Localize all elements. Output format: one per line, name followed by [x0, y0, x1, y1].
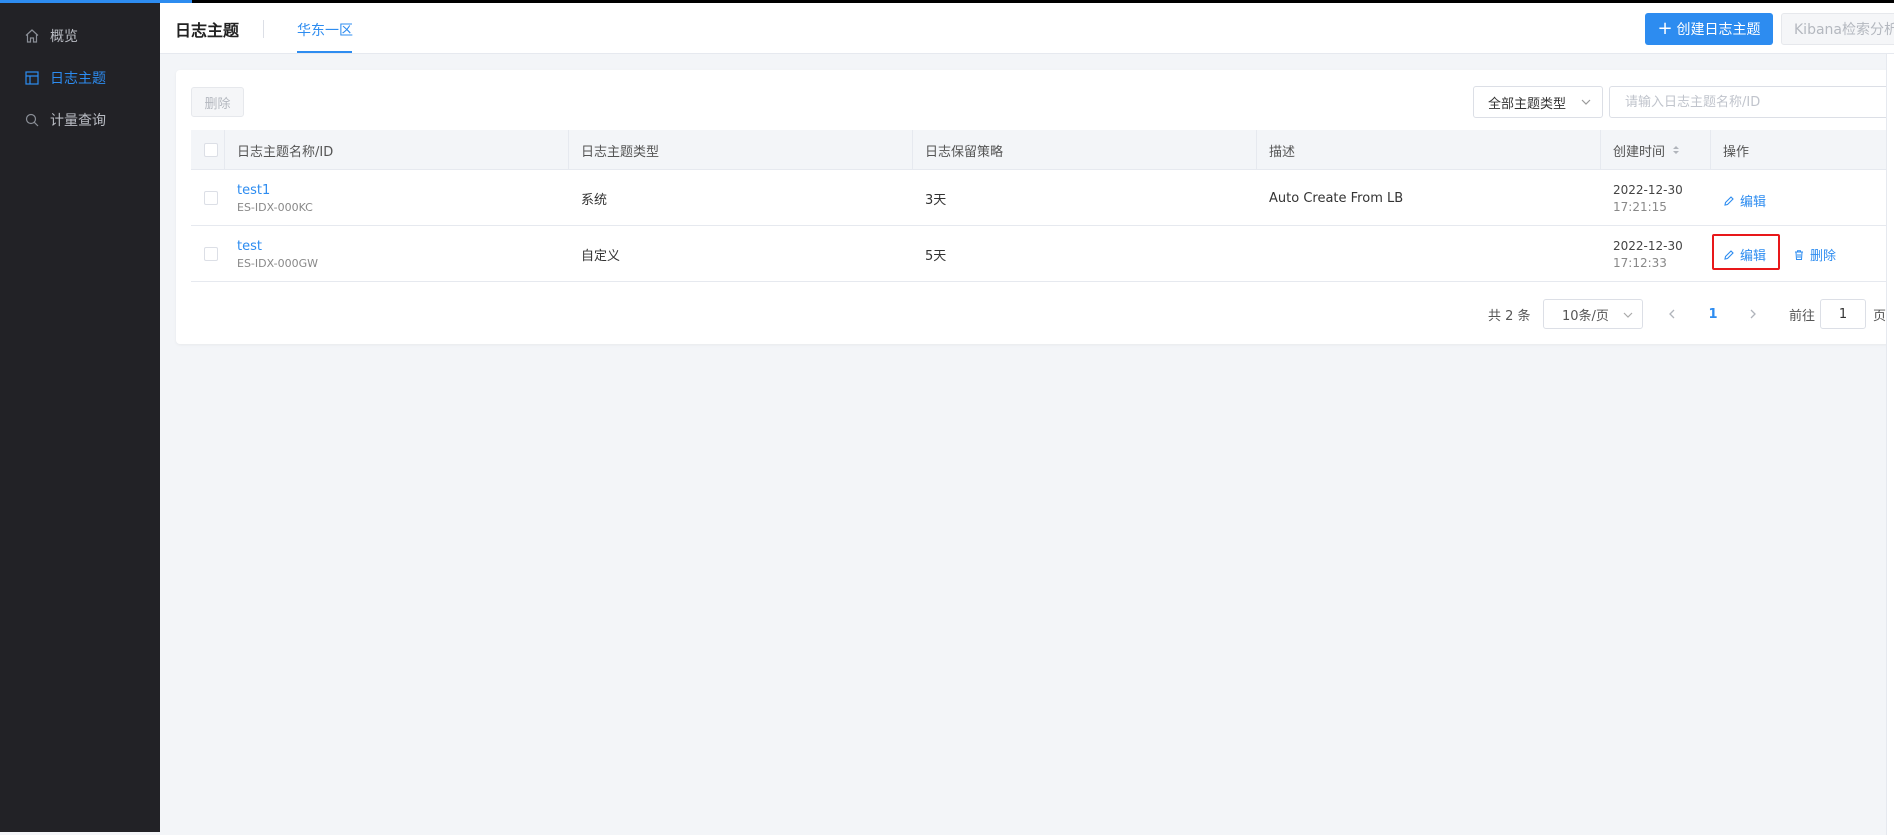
cell-type: 自定义 — [581, 248, 621, 264]
chevron-left-icon — [1669, 309, 1675, 319]
topic-id: ES-IDX-000GW — [237, 256, 318, 270]
topic-name-link[interactable]: test — [237, 239, 569, 254]
page-title: 日志主题 — [175, 21, 240, 40]
column-header-description: 描述 — [1257, 130, 1601, 170]
cell-type: 系统 — [581, 192, 608, 208]
sort-icon[interactable] — [1671, 144, 1681, 156]
column-header-name: 日志主题名称/ID — [225, 130, 569, 170]
delete-button[interactable]: 删除 — [1793, 245, 1836, 264]
cell-name: test1 ES-IDX-000KC — [225, 170, 569, 226]
created-time: 17:21:15 — [1613, 199, 1667, 214]
cell-retention: 3天 — [925, 192, 947, 208]
created-date: 2022-12-30 — [1613, 238, 1683, 253]
page-number-current[interactable]: 1 — [1703, 299, 1723, 329]
prev-page-button[interactable] — [1662, 299, 1682, 329]
vertical-scrollbar[interactable] — [1886, 54, 1894, 835]
home-icon — [25, 29, 39, 43]
column-header-created-time-label: 创建时间 — [1613, 144, 1666, 160]
sidebar-item-metering-query[interactable]: 计量查询 — [0, 99, 160, 141]
delete-button-label: 删除 — [1810, 249, 1837, 264]
pencil-icon — [1724, 249, 1734, 260]
kibana-button[interactable]: Kibana检索分析 — [1781, 13, 1894, 45]
create-log-topic-label: 创建日志主题 — [1676, 22, 1761, 38]
sidebar-item-log-topics[interactable]: 日志主题 — [0, 57, 160, 99]
table-icon — [25, 71, 39, 85]
table-row: test ES-IDX-000GW 自定义 5天 2022-12-30 17:1… — [191, 226, 1894, 282]
sidebar-item-overview[interactable]: 概览 — [0, 15, 160, 57]
row-checkbox[interactable] — [204, 247, 218, 261]
topic-id: ES-IDX-000KC — [237, 200, 313, 214]
edit-button-label: 编辑 — [1740, 249, 1767, 264]
cell-created-time: 2022-12-30 17:21:15 — [1601, 170, 1711, 226]
table-header: 日志主题名称/ID 日志主题类型 日志保留策略 描述 创建时间 操作 — [191, 130, 1894, 170]
topic-type-select-value: 全部主题类型 — [1488, 96, 1567, 112]
search-input[interactable] — [1609, 86, 1894, 118]
pagination-total: 共 2 条 — [1488, 308, 1531, 324]
edit-button[interactable]: 编辑 — [1723, 191, 1766, 210]
sidebar-item-label: 日志主题 — [50, 71, 106, 87]
cell-created-time: 2022-12-30 17:12:33 — [1601, 226, 1711, 282]
column-header-actions: 操作 — [1723, 144, 1750, 160]
chevron-down-icon — [1581, 99, 1591, 105]
chevron-down-icon — [1623, 312, 1633, 318]
edit-button-label: 编辑 — [1740, 195, 1767, 210]
header-checkbox-cell — [191, 130, 225, 170]
trash-icon — [1795, 249, 1803, 260]
next-page-button[interactable] — [1743, 299, 1763, 329]
tab-region[interactable]: 华东一区 — [297, 20, 353, 40]
chevron-right-icon — [1750, 309, 1756, 319]
column-header-created-time[interactable]: 创建时间 — [1601, 130, 1711, 170]
edit-button[interactable]: 编辑 — [1723, 245, 1766, 264]
plus-icon: + — [1657, 18, 1673, 39]
cell-description — [1257, 226, 1601, 282]
page-header: 日志主题 华东一区 + 创建日志主题 Kibana检索分析 — [160, 3, 1894, 54]
page-size-select[interactable]: 10条/页 — [1543, 299, 1643, 329]
create-log-topic-button[interactable]: + 创建日志主题 — [1645, 13, 1773, 45]
page-suffix: 页 — [1873, 308, 1887, 324]
column-header-type: 日志主题类型 — [569, 130, 913, 170]
cell-description: Auto Create From LB — [1269, 190, 1404, 206]
cell-name: test ES-IDX-000GW — [225, 226, 569, 282]
sidebar: 概览 日志主题 计量查询 — [0, 3, 160, 832]
topic-name-link[interactable]: test1 — [237, 183, 569, 198]
created-date: 2022-12-30 — [1613, 182, 1683, 197]
topic-type-select[interactable]: 全部主题类型 — [1473, 86, 1603, 118]
content-card: 删除 全部主题类型 日志主题名称/ID 日志主题类型 日志保留策略 描述 创建时… — [176, 70, 1894, 344]
bulk-delete-button[interactable]: 删除 — [191, 87, 244, 117]
goto-page-input[interactable] — [1820, 299, 1866, 329]
pencil-icon — [1724, 195, 1734, 206]
row-checkbox[interactable] — [204, 191, 218, 205]
header-divider — [263, 20, 264, 38]
cell-retention: 5天 — [925, 248, 947, 264]
column-header-retention: 日志保留策略 — [913, 130, 1257, 170]
created-time: 17:12:33 — [1613, 255, 1667, 270]
sidebar-item-label: 概览 — [50, 29, 78, 45]
select-all-checkbox[interactable] — [204, 143, 218, 157]
page-size-value: 10条/页 — [1562, 308, 1609, 324]
sidebar-item-label: 计量查询 — [50, 113, 106, 129]
goto-label: 前往 — [1789, 308, 1816, 324]
tab-active-underline — [297, 51, 352, 53]
table-row: test1 ES-IDX-000KC 系统 3天 Auto Create Fro… — [191, 170, 1894, 226]
search-icon — [25, 113, 39, 127]
